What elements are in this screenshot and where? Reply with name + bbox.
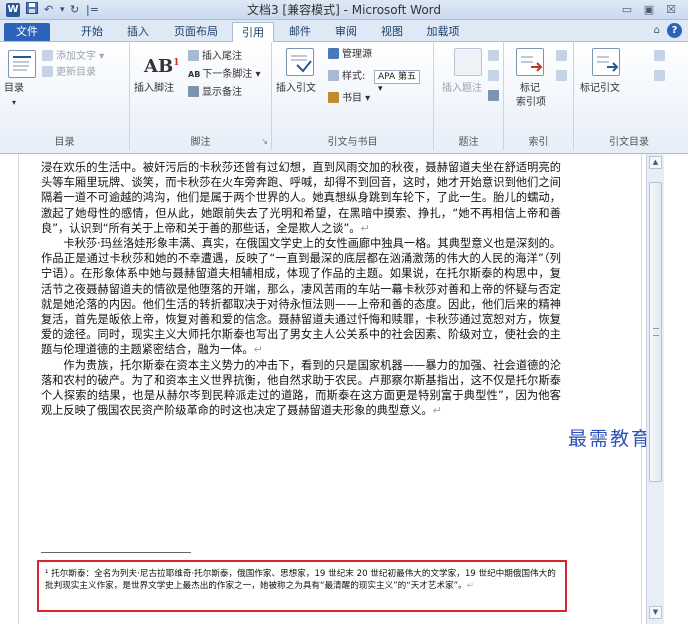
tab-home[interactable]: 开始: [72, 22, 112, 42]
tab-references[interactable]: 引用: [232, 22, 274, 43]
group-captions: 插入题注 题注: [434, 42, 504, 150]
insert-caption-icon: [454, 48, 482, 76]
watermark-logo: 最需教育: [568, 428, 653, 450]
next-footnote-icon: AB: [188, 70, 201, 79]
paragraph-mark-icon: ↵: [253, 343, 263, 357]
update-table-icon[interactable]: [488, 70, 502, 84]
tab-mailings[interactable]: 邮件: [280, 22, 320, 42]
footnote-dialog-launcher-icon[interactable]: ↘: [261, 137, 268, 146]
ribbon: 目录 ▾ 添加文字 ▾ 更新目录 目录 AB1 插入脚注 插入尾注 AB 下一条脚…: [0, 42, 688, 154]
citation-style-select[interactable]: APA 第五 ▾: [374, 70, 420, 94]
paragraph-mark-icon: ↵: [360, 221, 370, 235]
group-toa: 标记引文 引文目录: [574, 42, 684, 150]
close-button[interactable]: ☒: [662, 2, 680, 18]
group-label-captions: 题注: [458, 137, 479, 148]
update-toc-button[interactable]: 更新目录: [42, 66, 96, 80]
insert-table-of-figures-icon[interactable]: [488, 50, 502, 64]
endnote-icon: [188, 50, 199, 61]
add-text-button[interactable]: 添加文字 ▾: [42, 50, 104, 64]
group-label-index: 索引: [528, 137, 549, 148]
scroll-up-button[interactable]: ▲: [649, 156, 662, 169]
group-footnotes: AB1 插入脚注 插入尾注 AB 下一条脚注 ▾ 显示备注 脚注 ↘: [130, 42, 272, 150]
mark-citation-button[interactable]: 标记引文: [580, 82, 620, 96]
next-footnote-button[interactable]: AB 下一条脚注 ▾: [188, 68, 261, 82]
minimize-ribbon-icon[interactable]: ⌂: [654, 23, 660, 39]
mark-entry-icon: [516, 48, 544, 76]
group-label-toa: 引文目录: [609, 137, 649, 148]
document-body[interactable]: 浸在欢乐的生活中。被奸污后的卡秋莎还曾有过幻想，直到风雨交加的秋夜，聂赫留道夫坐…: [41, 160, 561, 418]
bibliography-button[interactable]: 书目 ▾: [328, 92, 370, 106]
group-label-toc: 目录: [54, 137, 75, 148]
paragraph-1: 浸在欢乐的生活中。被奸污后的卡秋莎还曾有过幻想，直到风雨交加的秋夜，聂赫留道夫坐…: [41, 161, 561, 235]
toc-button[interactable]: 目录: [4, 82, 24, 96]
paragraph-mark-icon: ↵: [432, 404, 442, 418]
tab-addins[interactable]: 加载项: [418, 22, 468, 42]
group-toc: 目录 ▾ 添加文字 ▾ 更新目录 目录: [0, 42, 130, 150]
manage-sources-icon: [328, 48, 339, 59]
tab-file[interactable]: 文件: [4, 23, 50, 41]
mark-entry-button[interactable]: 标记: [520, 82, 540, 96]
group-index: 标记 索引项 索引: [504, 42, 574, 150]
minimize-button[interactable]: ▭: [618, 2, 636, 18]
document-page[interactable]: 浸在欢乐的生活中。被奸污后的卡秋莎还曾有过幻想，直到风雨交加的秋夜，聂赫留道夫坐…: [18, 154, 642, 624]
mark-citation-icon: [592, 48, 620, 76]
group-citations: 插入引文 管理源 样式: APA 第五 ▾ 书目 ▾ 引文与书目: [272, 42, 434, 150]
update-index-icon[interactable]: [556, 70, 570, 84]
toc-dropdown-icon[interactable]: ▾: [12, 96, 16, 110]
document-area: 浸在欢乐的生活中。被奸污后的卡秋莎还曾有过幻想，直到风雨交加的秋夜，聂赫留道夫坐…: [0, 154, 668, 624]
mark-entry-label: 索引项: [516, 97, 546, 108]
paragraph-3: 作为贵族，托尔斯泰在资本主义势力的冲击下，看到的只是国家机器——暴力的加强、社会…: [41, 358, 561, 418]
help-icon[interactable]: ?: [667, 23, 682, 38]
insert-citation-icon: [286, 48, 314, 76]
footnote-highlight[interactable]: ¹ 托尔斯泰：全名为列夫·尼古拉耶维奇·托尔斯泰，俄国作家、思想家，19 世纪末…: [37, 560, 567, 612]
style-label: 样式:: [328, 70, 365, 84]
footnote-separator: [41, 552, 191, 553]
tab-view[interactable]: 视图: [372, 22, 412, 42]
add-text-icon: [42, 50, 53, 61]
insert-index-icon[interactable]: [556, 50, 570, 64]
scroll-down-button[interactable]: ▼: [649, 606, 662, 619]
title-bar: W ↶ ▾ ↻ |= 文档3 [兼容模式] - Microsoft Word ▭…: [0, 0, 688, 20]
scroll-thumb[interactable]: [649, 182, 662, 482]
scroll-grip-icon: [653, 328, 659, 336]
window-title: 文档3 [兼容模式] - Microsoft Word: [246, 3, 442, 17]
insert-citation-button[interactable]: 插入引文: [276, 82, 316, 96]
show-notes-icon: [188, 86, 199, 97]
insert-footnote-icon[interactable]: AB1: [144, 52, 179, 78]
maximize-button[interactable]: ▣: [640, 2, 658, 18]
cross-reference-icon[interactable]: [488, 90, 502, 104]
manage-sources-button[interactable]: 管理源: [328, 48, 372, 62]
insert-endnote-button[interactable]: 插入尾注: [188, 50, 242, 64]
ribbon-tabs: 文件 开始 插入 页面布局 引用 邮件 审阅 视图 加载项 ⌂ ?: [0, 20, 688, 43]
paragraph-2: 卡秋莎·玛丝洛娃形象丰满、真实，在俄国文学史上的女性画廊中独具一格。其典型意义也…: [41, 237, 561, 357]
tab-insert[interactable]: 插入: [118, 22, 158, 42]
group-label-citations: 引文与书目: [327, 137, 378, 148]
bibliography-icon: [328, 92, 339, 103]
show-notes-button[interactable]: 显示备注: [188, 86, 242, 100]
tab-review[interactable]: 审阅: [326, 22, 366, 42]
footnote-text: ¹ 托尔斯泰：全名为列夫·尼古拉耶维奇·托尔斯泰，俄国作家、思想家，19 世纪末…: [45, 569, 556, 591]
insert-toa-icon[interactable]: [654, 50, 668, 64]
vertical-scrollbar[interactable]: ▲ ▼: [646, 154, 664, 624]
insert-footnote-button[interactable]: 插入脚注: [134, 82, 174, 96]
group-label-footnotes: 脚注: [190, 137, 211, 148]
toc-icon: [8, 50, 36, 78]
update-toa-icon[interactable]: [654, 70, 668, 84]
tab-page-layout[interactable]: 页面布局: [166, 22, 226, 42]
insert-caption-button[interactable]: 插入题注: [442, 82, 482, 96]
paragraph-mark-icon: ↵: [466, 581, 474, 591]
style-icon: [328, 70, 339, 81]
update-icon: [42, 66, 53, 77]
